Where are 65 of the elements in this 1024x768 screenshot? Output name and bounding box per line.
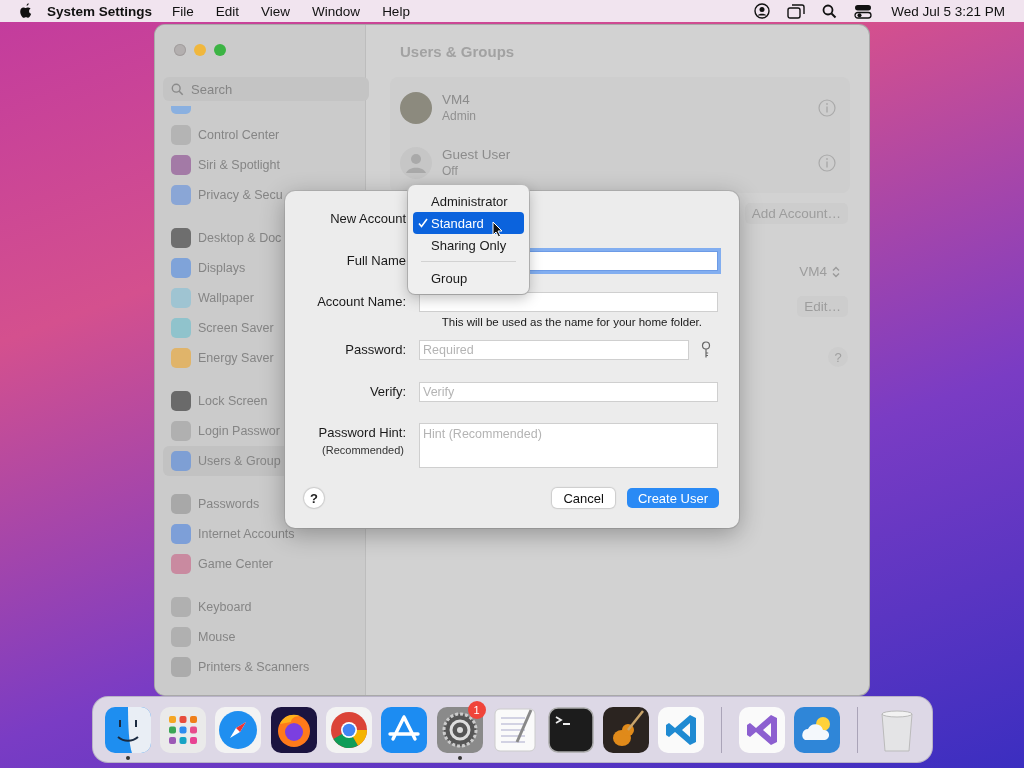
sidebar-item[interactable]: Privacy & Secu [155,180,357,210]
circle-logo-icon[interactable] [325,705,374,754]
key-icon[interactable] [701,341,711,359]
sidebar-item[interactable]: Keyboard [155,592,357,622]
menu-item[interactable]: View [261,3,291,19]
menu-item[interactable]: File [172,3,194,19]
menu-option[interactable]: Sharing Only [413,234,524,256]
code-editor-icon[interactable] [737,705,786,754]
user-avatar [400,91,432,124]
terminal-icon[interactable] [546,705,595,754]
input-field[interactable]: Hint (Recommended) [419,423,718,468]
create-user-button[interactable]: Create User [626,488,719,508]
sidebar-item[interactable]: Game Center [155,549,357,579]
menu-item[interactable]: Window [312,3,361,19]
letter-a-icon[interactable] [380,705,429,754]
sidebar-item[interactable]: Lock Screen [155,386,357,416]
fox-globe-icon[interactable] [269,705,318,754]
field-label: Full Name [346,252,406,270]
user-name: Guest User [442,147,512,162]
app-menu[interactable]: System Settings [47,3,153,19]
user-silhouette-icon [400,146,432,179]
code-editor-icon[interactable] [657,705,706,754]
user-role: Off [442,164,459,178]
sidebar-item[interactable]: Control Center [155,120,357,150]
notification-badge: 1 [467,701,486,719]
menu-option[interactable]: Group [413,267,524,289]
gear-icon[interactable] [435,705,484,754]
input-field[interactable] [419,292,718,312]
sidebar-item[interactable]: Mouse [155,622,357,652]
compass-icon[interactable] [214,705,263,754]
menu-option[interactable]: Standard [413,212,524,234]
sidebar-item[interactable]: Screen Saver [155,313,357,343]
chevron-updown-icon [832,265,840,278]
field-label: Password Hint: [318,424,406,442]
sun-cloud-icon[interactable] [792,705,841,754]
field-label: Password: [345,341,406,359]
cancel-button[interactable]: Cancel [552,488,615,508]
field-label: Verify: [369,383,406,401]
input-field[interactable]: Required [419,340,689,360]
toggles-icon[interactable] [854,3,873,19]
guitar-icon[interactable] [601,705,650,754]
menu-item[interactable]: Help [382,3,410,19]
help-button[interactable]: ? [304,488,324,508]
help-button[interactable]: ? [828,347,848,367]
search-icon[interactable] [822,3,838,19]
user-name: VM4 [442,92,471,107]
user-role: Admin [442,109,477,123]
search-field[interactable]: Search [163,77,369,102]
mouse-pointer-icon [492,221,503,238]
sidebar-item[interactable]: Siri & Spotlight [155,150,357,180]
search-icon [171,83,184,97]
menu-bar-clock[interactable]: Wed Jul 5 3:21 PM [891,3,1005,19]
app-grid-icon[interactable] [159,705,208,754]
sidebar-item[interactable]: Internet Accounts [155,519,357,549]
input-field[interactable]: Verify [419,382,718,402]
user-icon[interactable] [754,3,771,19]
apple-logo-icon[interactable] [19,3,33,19]
menu-option[interactable]: Administrator [413,190,524,212]
checkmark-icon [418,218,428,228]
menu-item[interactable]: Edit [215,3,240,19]
field-note: This will be used as the name for your home folder. [441,316,703,328]
smiling-face-icon[interactable] [103,705,152,754]
windows-icon[interactable] [787,3,806,19]
sidebar-item[interactable]: Printers & Scanners [155,652,357,682]
field-label: Account Name: [317,293,406,311]
